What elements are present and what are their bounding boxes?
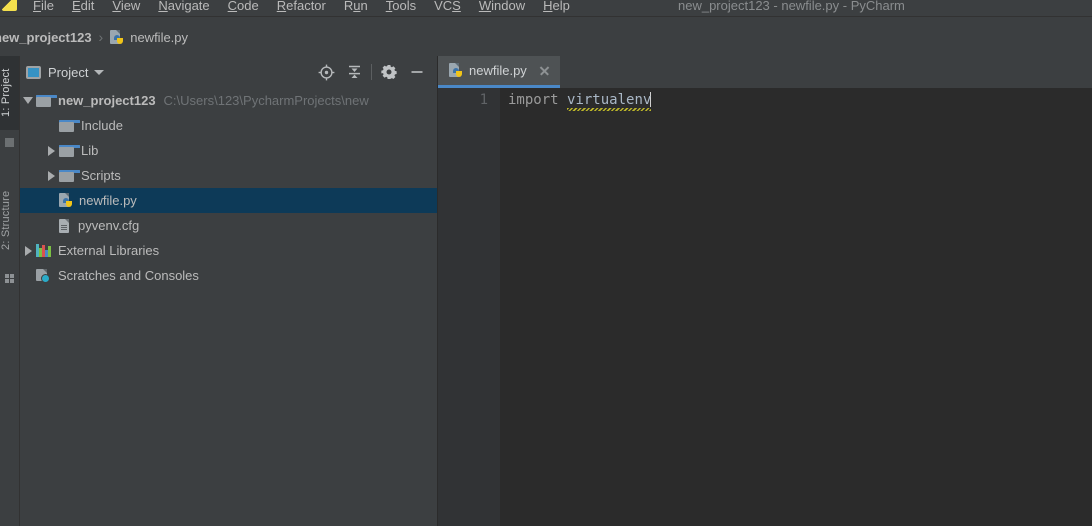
tree-item-pyvenv-cfg[interactable]: pyvenv.cfg [20,213,437,238]
config-file-icon [59,218,71,233]
tree-item-label: Lib [81,143,99,158]
menu-mnemonic: T [385,0,393,13]
editor-gutter[interactable] [438,88,500,526]
menu-mnemonic: C [227,0,238,13]
project-panel-title: Project [48,64,89,80]
breadcrumb-item-file[interactable]: newfile.py [110,29,189,45]
menu-item-view[interactable]: View [103,0,149,16]
external-libraries-icon [36,244,51,257]
editor-tab-newfile[interactable]: newfile.py [438,56,560,88]
left-tool-window-strip: 1: Project 2: Structure [0,56,20,526]
menu-item-edit[interactable]: Edit [63,0,103,16]
chevron-right-icon[interactable] [43,170,59,181]
tool-button-project[interactable]: 1: Project [0,56,19,130]
menu-item-window[interactable]: Window [470,0,534,16]
tool-button-structure-label: 2: Structure [0,190,12,250]
menu-item-run[interactable]: Run [335,0,377,16]
tree-item-include[interactable]: Include [20,113,437,138]
tool-button-project-label: 1: Project [0,68,12,118]
tree-item-scripts[interactable]: Scripts [20,163,437,188]
line-number: 1 [479,92,488,108]
menu-mnemonic: N [158,0,168,13]
editor-tab-label: newfile.py [469,63,527,78]
menu-items: File Edit View Navigate Code Refactor Run Tools… [24,0,579,16]
tree-item-path-hint: C:\Users\123\PycharmProjects\new [163,93,369,108]
project-tree[interactable]: new_project123 C:\Users\123\PycharmProjec… [20,88,437,526]
menu-mnemonic: E [71,0,81,13]
project-view-selector[interactable]: Project [26,64,105,80]
menu-mnemonic: W [478,0,492,13]
window-title: new_project123 - newfile.py - PyCharm [678,0,905,13]
tree-item-label: new_project123 [58,93,156,108]
tree-item-new-project123[interactable]: new_project123 C:\Users\123\PycharmProjec… [20,88,437,113]
pycharm-logo-icon [2,0,17,11]
project-panel-header: Project [20,56,437,88]
code-editor[interactable]: 1 import virtualenv [438,88,1092,526]
menu-mnemonic: R [276,0,287,13]
menu-mnemonic: V [112,0,121,13]
folder-icon [59,169,80,182]
folder-icon [36,94,57,107]
menu-item-navigate[interactable]: Navigate [149,0,218,16]
chevron-right-icon[interactable] [43,145,59,156]
pycharm-window: File Edit View Navigate Code Refactor Run Tools… [0,0,1092,526]
menu-item-code[interactable]: Code [219,0,268,16]
editor-area: newfile.py 1 import virtualenv [438,56,1092,526]
minimize-icon[interactable] [403,58,431,86]
tree-item-lib[interactable]: Lib [20,138,437,163]
code-module-virtualenv: virtualenv [567,92,652,108]
menu-item-file[interactable]: File [24,0,63,16]
code-keyword-import: import [508,92,559,108]
breadcrumb: new_project123 › newfile.py [0,17,188,57]
grid-icon[interactable] [5,274,14,283]
scratches-icon [36,268,51,283]
tree-item-label: Scratches and Consoles [58,268,199,283]
tree-item-label: pyvenv.cfg [78,218,140,233]
python-file-icon [449,63,463,78]
breadcrumb-project-label: new_project123 [0,29,92,45]
project-panel-actions [312,56,431,88]
select-opened-file-icon[interactable] [312,58,340,86]
tree-item-label: Include [81,118,123,133]
tree-item-label: External Libraries [58,243,160,258]
menu-mnemonic: S [452,0,461,13]
folder-icon [59,119,80,132]
tree-item-label: newfile.py [79,193,137,208]
tree-item-label: Scripts [81,168,121,183]
tree-item-scratches-and-consoles[interactable]: Scratches and Consoles [20,263,437,288]
python-file-icon [59,193,73,208]
chevron-down-icon[interactable] [94,69,105,75]
favorites-icon[interactable] [5,138,14,147]
python-file-icon [110,29,124,45]
chevron-down-icon[interactable] [20,97,36,104]
breadcrumb-file-label: newfile.py [130,29,189,45]
breadcrumb-item-project[interactable]: new_project123 [0,30,92,45]
tree-item-external-libraries[interactable]: External Libraries [20,238,437,263]
tool-button-structure[interactable]: 2: Structure [0,174,19,266]
navigation-bar: new_project123 › newfile.py [0,16,1092,57]
folder-icon [59,144,80,157]
toolbar-divider [371,64,372,80]
menu-mnemonic: F [33,0,41,13]
editor-tab-bar: newfile.py [438,56,1092,88]
menu-item-help[interactable]: Help [534,0,579,16]
menu-item-tools[interactable]: Tools [377,0,425,16]
menu-mnemonic: u [353,0,361,13]
collapse-all-icon[interactable] [340,58,368,86]
project-view-icon [26,65,41,79]
menu-mnemonic: H [543,0,553,13]
project-tool-window: Project new_project123 C:\Users\123\Pych… [20,56,438,526]
menu-bar: File Edit View Navigate Code Refactor Run Tools… [0,0,1092,16]
chevron-right-icon[interactable] [20,245,36,256]
menu-item-vcs[interactable]: VCS [425,0,470,16]
close-icon[interactable] [539,65,550,76]
tree-item-newfile-py[interactable]: newfile.py [20,188,437,213]
gear-icon[interactable] [375,58,403,86]
breadcrumb-separator: › [98,29,104,45]
code-line-1: import virtualenv [508,92,652,108]
menu-item-refactor[interactable]: Refactor [268,0,335,16]
